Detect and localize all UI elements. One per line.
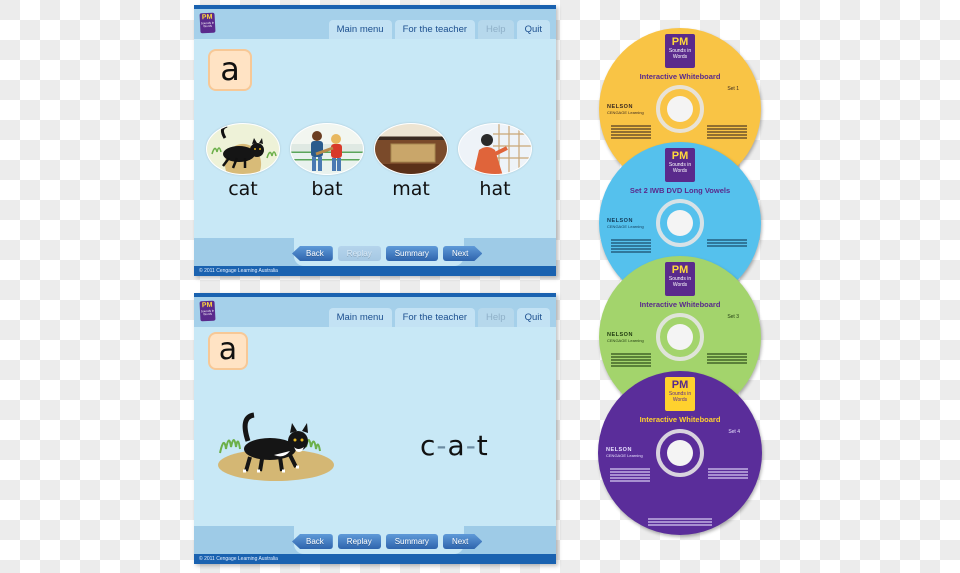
tab-quit[interactable]: Quit <box>516 20 550 39</box>
tab-help: Help <box>478 308 514 327</box>
tab-for-the-teacher[interactable]: For the teacher <box>394 20 476 39</box>
publisher-subtitle: CENGAGE Learning <box>606 453 643 458</box>
badge-title: PM <box>671 150 689 162</box>
disc-title: Interactive Whiteboard <box>639 300 721 309</box>
top-menu-tabs: Main menu For the teacher Help Quit <box>328 20 550 39</box>
publisher-logo: NELSON CENGAGE Learning <box>607 332 644 343</box>
back-button[interactable]: Back <box>292 534 333 549</box>
publisher-logo: NELSON CENGAGE Learning <box>607 218 644 229</box>
blend-separator: - <box>465 429 477 462</box>
logo-subtitle: Sounds in Words <box>200 20 215 29</box>
copyright-bar: © 2011 Cengage Learning Australia <box>194 266 556 276</box>
badge-subtitle: Sounds in Words <box>668 276 692 288</box>
letter-card: a <box>208 332 248 370</box>
word-label: bat <box>311 178 343 200</box>
back-button[interactable]: Back <box>292 246 333 261</box>
word-item-cat[interactable]: cat <box>206 123 280 200</box>
replay-button: Replay <box>337 246 381 261</box>
pm-logo-badge: PM Sounds in Words <box>665 34 695 68</box>
set-label: Set 1 <box>727 86 739 92</box>
top-menu-tabs: Main menu For the teacher Help Quit <box>328 308 550 327</box>
word-label: hat <box>479 178 511 200</box>
word-list: cat bat mat hat <box>206 123 532 200</box>
navigation-buttons: Back Replay Summary Next <box>292 534 482 549</box>
badge-subtitle: Sounds in Words <box>668 162 692 174</box>
word-label: cat <box>228 178 258 200</box>
header-bar: PM Sounds in Words Main menu For the tea… <box>194 297 556 327</box>
fine-print <box>648 517 712 527</box>
tab-for-the-teacher[interactable]: For the teacher <box>394 308 476 327</box>
disc-center-hole <box>667 96 693 122</box>
badge-title: PM <box>671 264 689 276</box>
cat-on-grass-picture <box>214 403 344 483</box>
pm-logo-badge: PM Sounds in Words <box>665 262 695 296</box>
tab-help: Help <box>478 20 514 39</box>
replay-button[interactable]: Replay <box>337 534 381 549</box>
disc-title: Interactive Whiteboard <box>639 72 721 81</box>
tab-main-menu[interactable]: Main menu <box>328 20 392 39</box>
publisher-logo: NELSON CENGAGE Learning <box>606 447 643 458</box>
blend-letter: a <box>447 429 466 462</box>
fine-print <box>611 352 651 368</box>
publisher-subtitle: CENGAGE Learning <box>607 224 644 229</box>
blended-word: c-a-t <box>420 429 489 462</box>
word-item-hat[interactable]: hat <box>458 123 532 200</box>
fine-print <box>708 467 748 480</box>
boys-with-bat-picture <box>290 123 364 175</box>
publisher-subtitle: CENGAGE Learning <box>607 338 644 343</box>
word-item-bat[interactable]: bat <box>290 123 364 200</box>
set-label: Set 3 <box>727 314 739 320</box>
navigation-buttons: Back Replay Summary Next <box>292 246 482 261</box>
summary-button[interactable]: Summary <box>385 246 438 261</box>
blend-letter: c <box>420 429 437 462</box>
disc-center-hole <box>667 210 693 236</box>
publisher-logo: NELSON CENGAGE Learning <box>607 104 644 115</box>
girl-with-hat-picture <box>458 123 532 175</box>
fine-print <box>610 467 650 483</box>
pm-sounds-in-words-logo: PM Sounds in Words <box>199 12 216 34</box>
lesson-screen-word-list: PM Sounds in Words Main menu For the tea… <box>194 5 556 276</box>
word-item-mat[interactable]: mat <box>374 123 448 200</box>
logo-subtitle: Sounds in Words <box>200 308 215 317</box>
fine-print <box>611 238 651 254</box>
badge-subtitle: Sounds in Words <box>668 48 692 60</box>
header-bar: PM Sounds in Words Main menu For the tea… <box>194 9 556 39</box>
set-label: Set 4 <box>728 429 740 435</box>
next-button[interactable]: Next <box>443 534 482 549</box>
publisher-subtitle: CENGAGE Learning <box>607 110 644 115</box>
blend-letter: t <box>476 429 489 462</box>
next-button[interactable]: Next <box>443 246 482 261</box>
cat-picture <box>206 123 280 175</box>
tab-main-menu[interactable]: Main menu <box>328 308 392 327</box>
fine-print <box>707 124 747 140</box>
badge-title: PM <box>671 36 689 48</box>
pm-logo-badge: PM Sounds in Words <box>665 148 695 182</box>
letter-card: a <box>208 49 252 91</box>
tab-quit[interactable]: Quit <box>516 308 550 327</box>
fine-print <box>707 238 747 248</box>
pm-logo-badge: PM Sounds in Words <box>665 377 695 411</box>
doormat-picture <box>374 123 448 175</box>
copyright-bar: © 2011 Cengage Learning Australia <box>194 554 556 564</box>
summary-button[interactable]: Summary <box>385 534 438 549</box>
dvd-disc-set-4: PM Sounds in Words Interactive Whiteboard… <box>598 371 762 535</box>
pm-sounds-in-words-logo: PM Sounds in Words <box>199 300 216 322</box>
badge-subtitle: Sounds in Words <box>668 391 692 403</box>
fine-print <box>611 124 651 140</box>
lesson-screen-blending: PM Sounds in Words Main menu For the tea… <box>194 293 556 564</box>
disc-title: Interactive Whiteboard <box>639 415 721 424</box>
disc-center-hole <box>667 324 693 350</box>
blend-separator: - <box>436 429 448 462</box>
disc-center-hole <box>667 440 693 466</box>
badge-title: PM <box>671 379 689 391</box>
word-label: mat <box>392 178 430 200</box>
disc-title: Set 2 IWB DVD Long Vowels <box>629 186 731 195</box>
fine-print <box>707 352 747 365</box>
